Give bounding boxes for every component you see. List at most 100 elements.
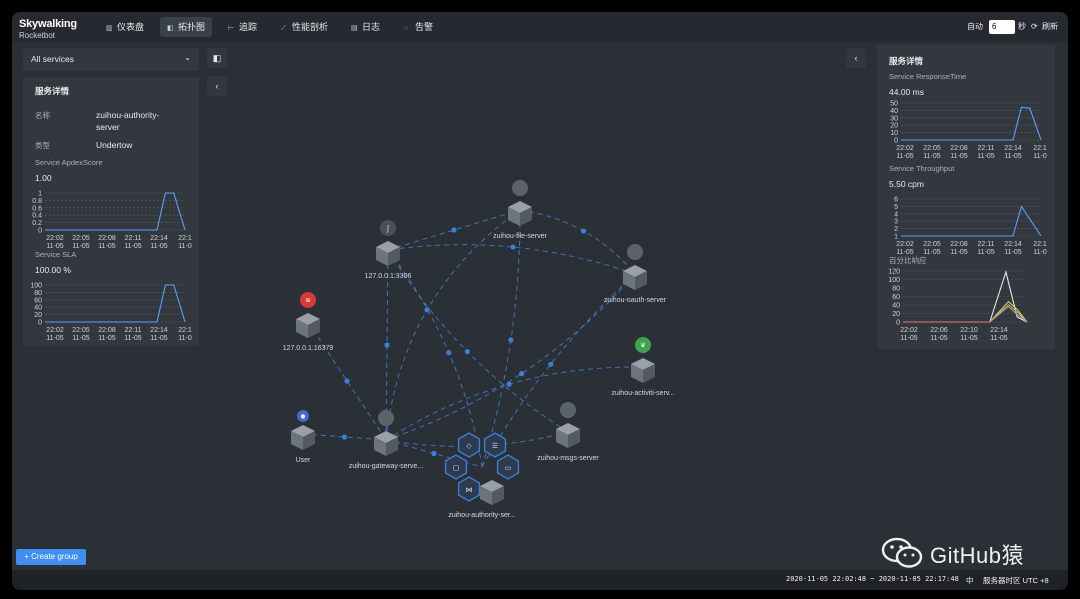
topology-node-msgs[interactable]: zuihou-msgs-server — [537, 402, 599, 462]
name-label: 名称 — [35, 111, 50, 120]
nav-alarm[interactable]: ◌ 告警 — [397, 17, 440, 37]
apdex-value: 1.00 — [35, 173, 52, 183]
nav-dashboard[interactable]: ▥ 仪表盘 — [99, 17, 151, 37]
y-tick-label: 60 — [34, 297, 42, 304]
nav-topology[interactable]: ◧ 拓扑图 — [160, 17, 213, 37]
profile-icon: ⟋ — [281, 25, 286, 32]
topology-node-activiti[interactable]: ❦ zuihou-activiti-serv... — [611, 337, 675, 397]
y-tick-label: 40 — [890, 108, 898, 115]
series-line — [903, 305, 1028, 323]
response-time-value: 44.00 ms — [889, 87, 924, 97]
y-tick-label: 30 — [890, 115, 898, 122]
topology-node-file[interactable]: zuihou-file-server — [493, 180, 548, 240]
y-tick-label: 6 — [894, 197, 898, 204]
edge-midpoint[interactable] — [446, 349, 452, 356]
top-navbar: Skywalking Rocketbot ▥ 仪表盘 ◧ 拓扑图 ⊢ 追踪 ⟋ 性能剖析… — [12, 12, 1068, 42]
node-label: 127.0.0.1:16379 — [283, 345, 334, 352]
series-line — [45, 284, 186, 323]
auto-refresh-label[interactable]: 自动 — [967, 12, 983, 42]
left-service-panel: 服务详情 名称 zuihou-authority- server 类型 Unde… — [23, 77, 199, 346]
user-glyph: ☻ — [299, 414, 306, 421]
trace-icon: ⊢ — [228, 25, 235, 32]
chevron-left-icon: ‹ — [854, 53, 858, 63]
group-toggle-button[interactable]: ◧ — [207, 48, 227, 68]
topology-edge[interactable] — [385, 366, 644, 441]
node-label: User — [296, 457, 311, 464]
edge-midpoint[interactable] — [506, 381, 512, 387]
refresh-icon[interactable]: ⟳ — [1031, 12, 1038, 42]
y-tick-label: 120 — [888, 269, 900, 276]
create-group-button[interactable]: + Create group — [16, 549, 86, 565]
y-tick-label: 2 — [894, 226, 898, 233]
y-tick-label: 0 — [38, 228, 42, 235]
edge-midpoint[interactable] — [384, 342, 390, 348]
nav-trace[interactable]: ⊢ 追踪 — [221, 17, 264, 37]
edge-midpoint[interactable] — [451, 227, 457, 233]
nav-profile[interactable]: ⟋ 性能剖析 — [274, 17, 335, 37]
status-bar: 2020-11-05 22:02:48 ~ 2020-11-05 22:17:4… — [12, 570, 1068, 590]
interval-input[interactable]: 6 — [989, 20, 1015, 34]
y-tick-label: 0.6 — [32, 205, 42, 212]
edge-midpoint[interactable] — [508, 337, 514, 343]
x-tick-sublabel: 11-05 — [1004, 249, 1021, 256]
edge-midpoint[interactable] — [580, 228, 587, 234]
topology-edge[interactable] — [385, 273, 636, 441]
collapse-right-button[interactable]: ‹ — [846, 48, 866, 68]
y-tick-label: 40 — [892, 303, 900, 310]
x-tick-label: 22:08 — [950, 241, 968, 248]
service-select[interactable]: All services ⌄ — [23, 48, 199, 71]
nav-label: 告警 — [415, 22, 434, 32]
node-label: zuihou-authority-ser... — [448, 512, 515, 519]
y-tick-label: 0.8 — [32, 198, 42, 205]
topology-edge[interactable] — [387, 249, 569, 433]
x-tick-label: 22:11 — [978, 241, 995, 248]
language-toggle[interactable]: 中 — [966, 575, 974, 586]
panel-icon: ◧ — [212, 53, 222, 63]
edge-midpoint[interactable] — [548, 361, 554, 367]
edge-midpoint[interactable] — [464, 348, 470, 355]
x-tick-sublabel: 11-05 — [990, 335, 1007, 342]
y-tick-label: 0 — [894, 138, 898, 145]
x-tick-sublabel: 11-05 — [150, 243, 167, 250]
throughput-value: 5.50 cpm — [889, 179, 924, 189]
app-window: Skywalking Rocketbot ▥ 仪表盘 ◧ 拓扑图 ⊢ 追踪 ⟋ 性能剖析… — [12, 12, 1068, 590]
y-tick-label: 3 — [894, 219, 898, 226]
service-select-value: All services — [31, 54, 74, 64]
topology-node-redis[interactable]: ≋ 127.0.0.1:16379 — [283, 292, 334, 352]
node-label: zuihou-activiti-serv... — [611, 390, 674, 397]
nav-log[interactable]: ▤ 日志 — [344, 17, 387, 37]
topology-node-authority[interactable]: ◇ ☰ ▢ ▭ ⋈ zuihou-authority-ser... — [444, 432, 520, 519]
x-tick-sublabel: 11-05 — [900, 335, 917, 342]
x-tick-label: 22:02 — [900, 327, 918, 334]
topology-node-mysql[interactable]: ∫127.0.0.1:3306 — [365, 220, 412, 280]
percentile-chart: 12010080604020022:0211-0522:0611-0522:10… — [888, 269, 1028, 342]
hex-icon: ▢ — [453, 465, 460, 472]
topology-edge[interactable] — [519, 209, 636, 275]
nav-label: 拓扑图 — [178, 22, 206, 32]
collapse-left-button[interactable]: ‹ — [207, 76, 227, 96]
y-tick-label: 20 — [892, 311, 900, 318]
series-line — [45, 192, 186, 231]
y-tick-label: 0 — [38, 320, 42, 327]
edge-midpoint[interactable] — [518, 371, 525, 377]
edge-midpoint[interactable] — [431, 450, 437, 457]
x-tick-sublabel: 11-0 — [178, 243, 192, 250]
grey-icon — [627, 244, 643, 260]
edge-midpoint[interactable] — [510, 244, 516, 250]
x-tick-sublabel: 11-05 — [950, 249, 967, 256]
nav-label: 追踪 — [239, 22, 258, 32]
edge-midpoint[interactable] — [341, 434, 348, 440]
topology-node-user[interactable]: ☻ User — [291, 410, 315, 464]
topology-node-gateway[interactable]: zuihou-gateway-serve... — [349, 410, 423, 470]
refresh-button[interactable]: 刷新 — [1042, 12, 1058, 42]
y-tick-label: 20 — [890, 123, 898, 130]
edge-midpoint[interactable] — [344, 378, 350, 384]
x-tick-label: 22:1 — [178, 327, 192, 334]
x-tick-label: 22:02 — [896, 145, 914, 152]
x-tick-sublabel: 11-0 — [1033, 153, 1047, 160]
panel-title: 服务详情 — [35, 86, 70, 96]
time-range[interactable]: 2020-11-05 22:02:48 ~ 2020-11-05 22:17:4… — [786, 575, 959, 583]
name-value-cont: server — [96, 122, 120, 132]
nav-label: 性能剖析 — [292, 22, 329, 32]
x-tick-label: 22:05 — [72, 235, 90, 242]
